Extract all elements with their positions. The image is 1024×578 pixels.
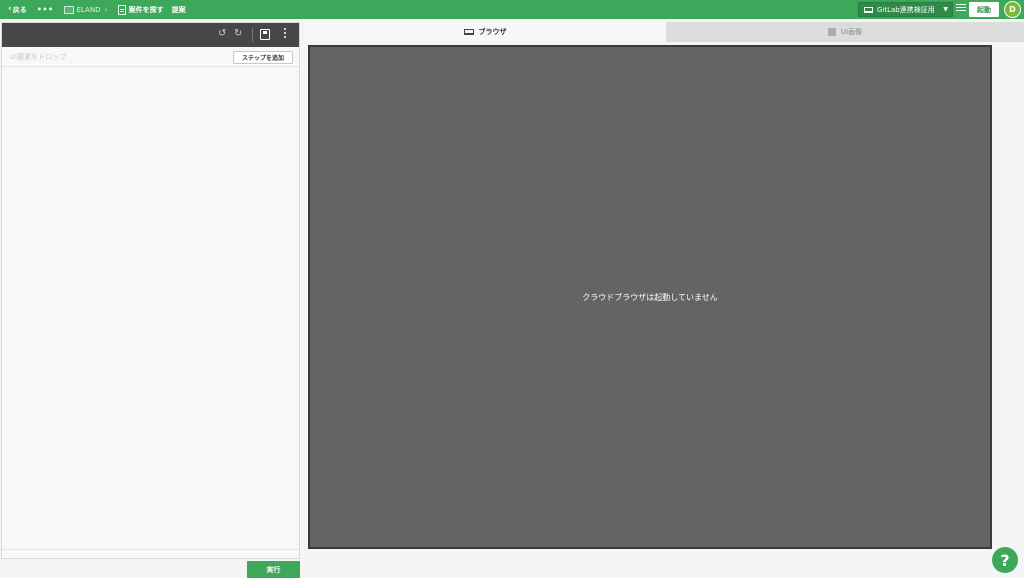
back-button[interactable]: ‹ 戻る xyxy=(8,5,27,15)
project-icon xyxy=(63,5,74,14)
run-button[interactable]: 実行 xyxy=(247,561,300,578)
chevron-right-icon: › xyxy=(104,5,108,14)
add-step-button[interactable]: ステップを追加 xyxy=(233,51,293,64)
caret-down-icon: ▼ xyxy=(943,6,948,13)
browser-status-message: クラウドブラウザは起動していません xyxy=(582,292,718,302)
breadcrumb-label: 案件を探す xyxy=(128,5,164,14)
view-tabs: ブラウザ UI画像 xyxy=(304,22,1024,42)
chevron-left-icon: ‹ xyxy=(8,4,12,14)
tab-label: ブラウザ xyxy=(478,28,507,36)
toolbar-divider xyxy=(252,28,253,42)
breadcrumb-item-scenario[interactable]: 案件を探す xyxy=(117,4,164,15)
cloud-browser-view: クラウドブラウザは起動していません xyxy=(308,45,992,549)
sliders-icon[interactable] xyxy=(956,4,966,14)
help-button[interactable]: ? xyxy=(992,547,1018,573)
divider xyxy=(2,549,299,550)
environment-select[interactable]: GitLab連携検証用 ▼ xyxy=(858,2,953,17)
drop-placeholder: UI要素をドロップ xyxy=(10,52,67,61)
more-menu-button[interactable]: ••• xyxy=(37,5,54,14)
drop-zone[interactable]: UI要素をドロップ ステップを追加 xyxy=(2,47,299,67)
kebab-menu-icon[interactable] xyxy=(284,28,287,40)
tab-label: UI画像 xyxy=(840,28,863,36)
back-label: 戻る xyxy=(12,5,27,14)
save-icon[interactable] xyxy=(260,29,270,40)
tab-browser[interactable]: ブラウザ xyxy=(304,22,666,42)
steps-toolbar: ↺ ↻ xyxy=(2,23,299,47)
steps-panel: ↺ ↻ UI要素をドロップ ステップを追加 xyxy=(1,22,300,559)
breadcrumb-item-current: 提案 xyxy=(171,5,186,14)
environment-label: GitLab連携検証用 xyxy=(877,5,935,14)
breadcrumb-label: ELAND xyxy=(76,5,101,14)
top-bar: ‹ 戻る ••• ELAND › 案件を探す 提案 GitLab連携検証用 ▼ … xyxy=(0,0,1024,19)
image-icon xyxy=(827,28,836,36)
tab-ui-image[interactable]: UI画像 xyxy=(666,22,1024,42)
document-icon xyxy=(117,4,126,15)
laptop-icon xyxy=(864,6,873,13)
breadcrumb-item-project[interactable]: ELAND xyxy=(63,5,101,14)
launch-button[interactable]: 起動 xyxy=(969,2,999,17)
undo-icon[interactable]: ↺ xyxy=(218,29,226,39)
redo-icon[interactable]: ↻ xyxy=(234,29,242,39)
laptop-icon xyxy=(463,29,474,35)
avatar[interactable]: D xyxy=(1004,1,1021,18)
